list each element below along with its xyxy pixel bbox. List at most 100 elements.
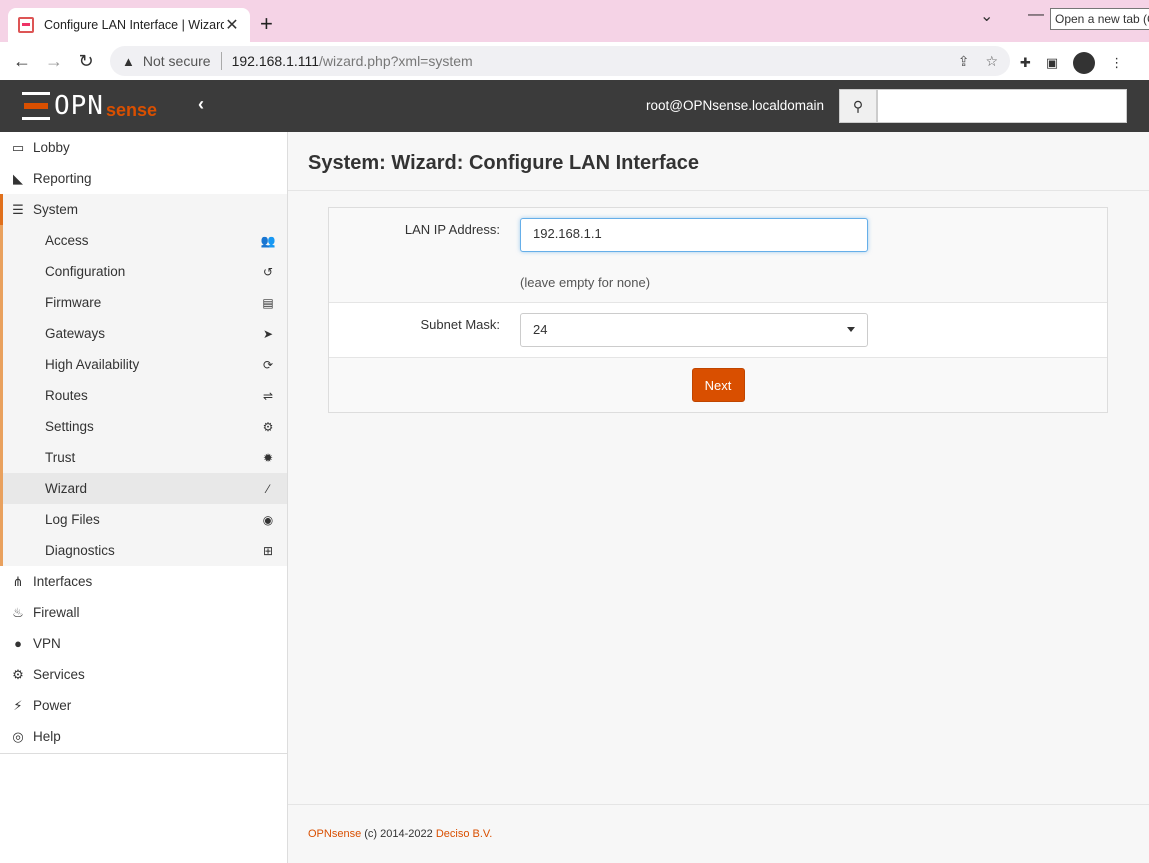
sidebar-item-firewall[interactable]: ♨ Firewall xyxy=(0,597,287,628)
sidebar-subitem-label: Log Files xyxy=(45,512,100,527)
sidebar-subitem-routes[interactable]: Routes ⇌ xyxy=(3,380,287,411)
bookmark-star-icon[interactable]: ☆ xyxy=(985,53,998,70)
sidebar-subitem-label: Gateways xyxy=(45,326,106,341)
profile-avatar[interactable] xyxy=(1073,52,1096,74)
sidebar-subitem-label: Access xyxy=(45,233,89,248)
location-arrow-icon: ➤ xyxy=(262,326,274,341)
sidebar-subitem-trust[interactable]: Trust ✹ xyxy=(3,442,287,473)
area-chart-icon: ◣ xyxy=(13,170,23,186)
logo-opn: OPN xyxy=(54,91,104,121)
sidebar-item-label: Help xyxy=(33,729,61,744)
sidebar-subitem-diagnostics[interactable]: Diagnostics ⊞ xyxy=(3,535,287,566)
footer-brand-link[interactable]: OPNsense xyxy=(308,828,361,840)
actions-row: Next xyxy=(329,358,1107,412)
magic-icon: ⁄ xyxy=(266,481,269,496)
sidebar-item-services[interactable]: ⚙ Services xyxy=(0,659,287,690)
new-tab-icon[interactable]: + xyxy=(260,13,273,35)
sidebar-subitem-wizard[interactable]: Wizard ⁄ xyxy=(3,473,287,504)
map-signs-icon: ⇌ xyxy=(262,388,274,403)
tab-title: Configure LAN Interface | Wizard xyxy=(44,18,224,32)
sidebar-subitem-gateways[interactable]: Gateways ➤ xyxy=(3,318,287,349)
user-menu[interactable]: root@OPNsense.localdomain xyxy=(646,98,824,113)
sidebar-subitem-firmware[interactable]: Firmware ▤ xyxy=(3,287,287,318)
sidebar-item-reporting[interactable]: ◣ Reporting xyxy=(0,163,287,194)
logo-sense: sense xyxy=(105,99,158,120)
sidebar-subitem-label: Trust xyxy=(45,450,76,465)
subnet-label: Subnet Mask: xyxy=(420,317,501,332)
browser-tabstrip: Configure LAN Interface | Wizard ✕ + ⌄ —… xyxy=(0,0,1149,42)
side-panel-icon[interactable]: ▣ xyxy=(1046,55,1058,71)
browser-tab[interactable]: Configure LAN Interface | Wizard ✕ xyxy=(8,8,250,42)
users-icon: 👥 xyxy=(260,233,276,248)
sidebar-item-label: Interfaces xyxy=(33,574,93,589)
sidebar-subitem-log-files[interactable]: Log Files ◉ xyxy=(3,504,287,535)
caret-down-icon xyxy=(847,327,855,332)
sidebar: ▭ Lobby ◣ Reporting ☰ System Access 👥 Co… xyxy=(0,132,288,863)
sidebar-item-label: Power xyxy=(33,698,72,713)
sidebar-item-interfaces[interactable]: ⋔ Interfaces xyxy=(0,566,287,597)
laptop-icon: ▭ xyxy=(11,139,25,155)
lan-ip-row: LAN IP Address: 192.168.1.1 (leave empty… xyxy=(329,208,1107,303)
system-submenu: Access 👥 Configuration ↺ Firmware ▤ Gate… xyxy=(0,225,287,566)
address-bar[interactable]: ▲ Not secure 192.168.1.111 /wizard.php?x… xyxy=(110,46,1010,76)
opnsense-favicon-icon xyxy=(18,17,34,33)
subnet-select[interactable]: 24 xyxy=(520,313,868,347)
medkit-icon: ⊞ xyxy=(262,543,274,558)
main-content: System: Wizard: Configure LAN Interface … xyxy=(288,132,1149,863)
page-title-bar: System: Wizard: Configure LAN Interface xyxy=(288,132,1149,191)
share-icon[interactable]: ⇪ xyxy=(958,53,970,70)
wizard-panel: LAN IP Address: 192.168.1.1 (leave empty… xyxy=(328,207,1108,413)
sidebar-subitem-label: Routes xyxy=(45,388,88,403)
sidebar-subitem-label: Firmware xyxy=(45,295,102,310)
sidebar-subitem-high-availability[interactable]: High Availability ⟳ xyxy=(3,349,287,380)
sidebar-item-power[interactable]: ⚡ Power xyxy=(0,690,287,721)
page-title: System: Wizard: Configure LAN Interface xyxy=(308,152,699,174)
search-group: ⚲ xyxy=(839,89,1127,123)
sidebar-item-label: Reporting xyxy=(33,171,92,186)
sidebar-item-label: VPN xyxy=(33,636,61,651)
eye-icon: ◉ xyxy=(262,512,274,527)
history-icon: ↺ xyxy=(262,264,274,279)
next-button[interactable]: Next xyxy=(691,368,745,402)
security-status[interactable]: Not secure xyxy=(143,53,211,69)
sidebar-item-help[interactable]: ◎ Help xyxy=(0,721,287,752)
sidebar-item-label: Firewall xyxy=(33,605,80,620)
opnsense-logo[interactable]: OPN sense xyxy=(22,91,157,121)
sitemap-icon: ⋔ xyxy=(12,573,24,589)
life-ring-icon: ◎ xyxy=(12,728,24,744)
fire-icon: ♨ xyxy=(12,604,24,620)
lan-ip-input[interactable]: 192.168.1.1 xyxy=(520,218,868,252)
forward-icon[interactable]: → xyxy=(38,51,70,72)
sidebar-subitem-label: High Availability xyxy=(45,357,140,372)
browser-toolbar: ← → ↻ ▲ Not secure 192.168.1.111 /wizard… xyxy=(0,42,1149,80)
server-icon: ☰ xyxy=(12,201,24,217)
footer: OPNsense (c) 2014-2022 Deciso B.V. xyxy=(288,804,1149,863)
search-input[interactable] xyxy=(877,89,1127,123)
tab-close-icon[interactable]: ✕ xyxy=(224,15,240,35)
subnet-value: 24 xyxy=(533,322,548,337)
back-icon[interactable]: ← xyxy=(6,51,38,72)
sidebar-item-vpn[interactable]: ● VPN xyxy=(0,628,287,659)
subnet-row: Subnet Mask: 24 xyxy=(329,303,1107,358)
reload-icon[interactable]: ↻ xyxy=(70,51,102,72)
sidebar-item-lobby[interactable]: ▭ Lobby xyxy=(0,132,287,163)
cogs-icon: ⚙ xyxy=(262,419,274,434)
sidebar-subitem-configuration[interactable]: Configuration ↺ xyxy=(3,256,287,287)
extensions-puzzle-icon[interactable]: ✚ xyxy=(1020,55,1031,71)
browser-menu-icon[interactable]: ⋮ xyxy=(1110,55,1123,71)
collapse-sidebar-icon[interactable]: ‹ xyxy=(198,94,204,115)
lan-ip-hint: (leave empty for none) xyxy=(520,275,651,290)
url-host: 192.168.1.111 xyxy=(231,53,320,69)
footer-company-link[interactable]: Deciso B.V. xyxy=(436,828,492,840)
divider xyxy=(220,52,222,70)
sidebar-subitem-access[interactable]: Access 👥 xyxy=(3,225,287,256)
minimize-icon[interactable]: — xyxy=(1028,6,1044,24)
sidebar-subitem-label: Settings xyxy=(45,419,94,434)
sidebar-item-system[interactable]: ☰ System xyxy=(0,194,287,225)
plug-icon: ⚡ xyxy=(13,697,23,713)
new-tab-tooltip: Open a new tab (Ctrl+T) xyxy=(1050,8,1149,30)
tab-search-chevron-icon[interactable]: ⌄ xyxy=(980,6,993,26)
sidebar-subitem-settings[interactable]: Settings ⚙ xyxy=(3,411,287,442)
footer-copyright: (c) 2014-2022 xyxy=(361,828,436,840)
search-icon[interactable]: ⚲ xyxy=(839,89,877,123)
